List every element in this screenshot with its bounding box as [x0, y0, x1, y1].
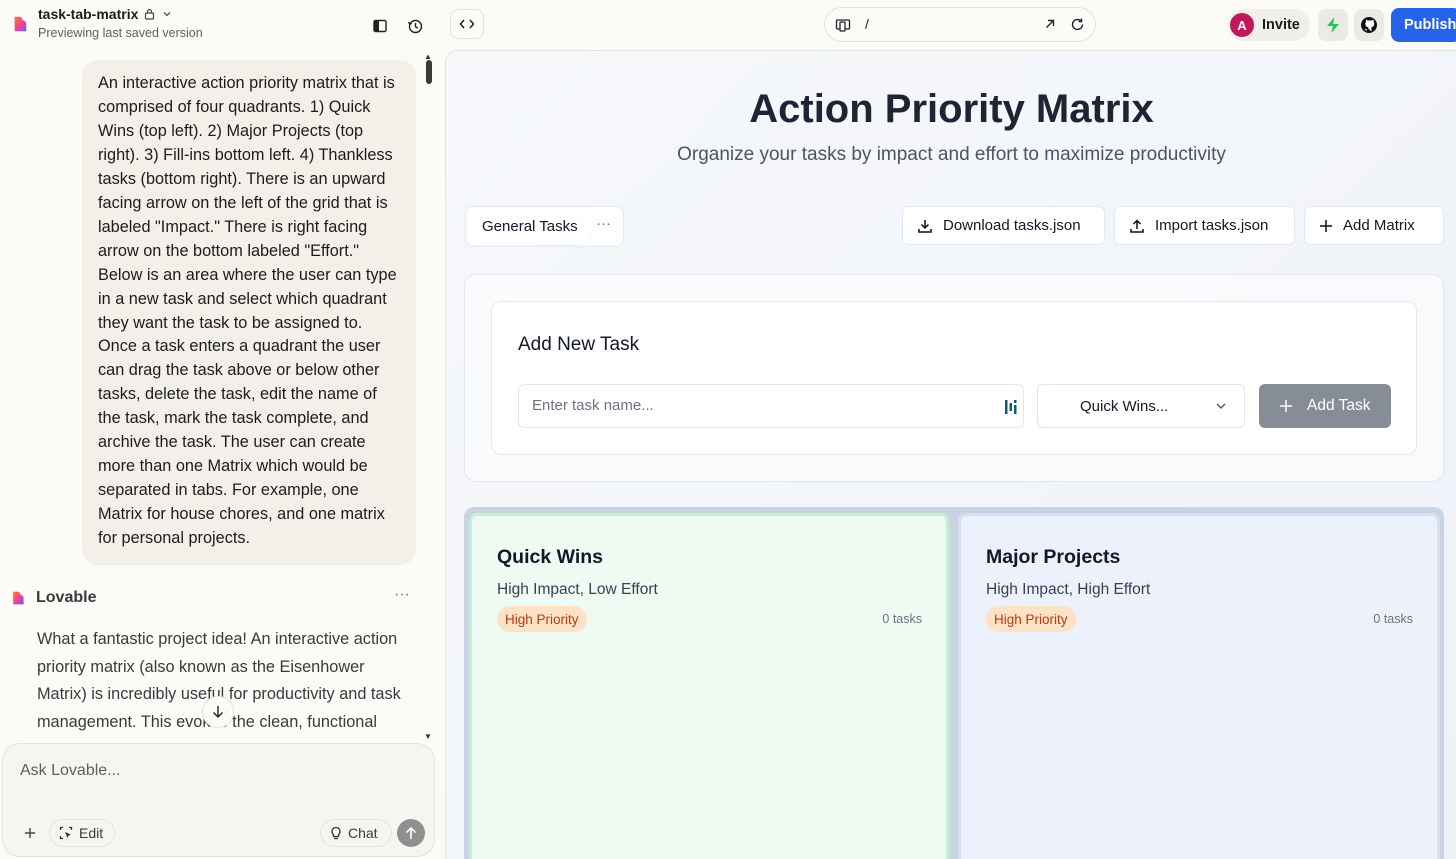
page-title: Action Priority Matrix — [749, 87, 1154, 131]
priority-badge: High Priority — [497, 606, 587, 632]
quadrant-quick-wins[interactable]: Quick Wins High Impact, Low Effort High … — [469, 513, 949, 859]
github-icon — [1361, 17, 1377, 33]
url-path[interactable]: / — [865, 16, 869, 32]
download-tasks-button[interactable]: Download tasks.json — [902, 206, 1105, 245]
upload-icon — [1130, 218, 1144, 233]
toggle-sidebar-button[interactable] — [366, 12, 394, 40]
plus-icon — [1280, 400, 1292, 412]
scroll-down-arrow[interactable]: ▼ — [424, 732, 432, 741]
send-button[interactable] — [397, 819, 425, 847]
invite-button[interactable]: A Invite — [1228, 9, 1310, 41]
supabase-button[interactable] — [1318, 9, 1348, 41]
chevron-down-icon[interactable] — [161, 8, 173, 20]
chat-label: Chat — [348, 825, 378, 841]
invite-label: Invite — [1262, 17, 1300, 33]
quadrant-subtitle: High Impact, Low Effort — [497, 581, 658, 598]
add-task-title: Add New Task — [518, 334, 640, 355]
assistant-header: Lovable ··· — [10, 586, 410, 610]
code-view-button[interactable] — [450, 9, 484, 39]
add-task-section: Add New Task Quick Wins... Add Task — [464, 274, 1444, 482]
priority-badge: High Priority — [986, 606, 1076, 632]
project-status: Previewing last saved version — [38, 26, 203, 40]
chat-panel: ▲ An interactive action priority matrix … — [0, 50, 445, 859]
message-more-button[interactable]: ··· — [394, 586, 410, 604]
plus-icon — [1320, 219, 1332, 232]
download-label: Download tasks.json — [943, 217, 1081, 234]
extension-icon — [1005, 400, 1017, 414]
import-tasks-button[interactable]: Import tasks.json — [1114, 206, 1295, 245]
import-label: Import tasks.json — [1155, 217, 1269, 234]
chat-mode-button[interactable]: Chat — [320, 819, 392, 847]
lovable-logo-icon — [13, 591, 24, 605]
quadrant-select[interactable]: Quick Wins... — [1037, 384, 1245, 428]
lovable-logo-icon — [14, 16, 27, 32]
chevron-down-icon — [1216, 403, 1226, 409]
chat-input[interactable] — [20, 762, 420, 780]
app-preview: Action Priority Matrix Organize your tas… — [445, 50, 1456, 859]
add-task-card: Add New Task Quick Wins... Add Task — [491, 301, 1417, 455]
task-name-input[interactable] — [532, 397, 992, 414]
open-new-tab-icon[interactable] — [1043, 17, 1057, 31]
add-matrix-button[interactable]: Add Matrix — [1304, 206, 1444, 245]
lock-icon — [145, 8, 155, 20]
add-task-button[interactable]: Add Task — [1259, 384, 1391, 428]
chat-scrollbar[interactable] — [426, 60, 432, 84]
tab-general-tasks[interactable]: General Tasks — [468, 209, 589, 244]
history-button[interactable] — [401, 12, 429, 40]
quadrant-subtitle: High Impact, High Effort — [986, 581, 1151, 598]
preview-url-bar[interactable]: / — [824, 7, 1096, 42]
arrow-down-icon — [213, 706, 223, 718]
matrix-tabs: General Tasks ··· — [465, 206, 624, 247]
edit-mode-button[interactable]: Edit — [49, 819, 115, 847]
download-icon — [918, 219, 932, 233]
arrow-up-icon — [405, 826, 417, 839]
project-name[interactable]: task-tab-matrix — [38, 6, 173, 22]
quadrant-major-projects[interactable]: Major Projects High Impact, High Effort … — [958, 513, 1440, 859]
publish-button[interactable]: Publish — [1391, 8, 1456, 42]
quadrant-title: Quick Wins — [497, 546, 604, 568]
task-count: 0 tasks — [882, 612, 922, 626]
plus-icon — [25, 828, 35, 838]
user-message: An interactive action priority matrix th… — [82, 60, 416, 565]
tab-more-button[interactable]: ··· — [596, 215, 611, 232]
avatar: A — [1230, 13, 1254, 37]
code-icon — [459, 19, 475, 29]
device-preview-icon[interactable] — [835, 17, 851, 33]
add-task-label: Add Task — [1307, 397, 1371, 414]
history-icon — [407, 19, 422, 33]
quadrant-title: Major Projects — [986, 546, 1121, 568]
add-matrix-label: Add Matrix — [1343, 217, 1415, 234]
lightbulb-icon — [331, 826, 341, 839]
task-count: 0 tasks — [1373, 612, 1413, 626]
refresh-icon[interactable] — [1070, 17, 1085, 32]
page-subtitle: Organize your tasks by impact and effort… — [677, 144, 1226, 165]
bolt-icon — [1327, 17, 1339, 33]
attach-button[interactable] — [17, 820, 43, 846]
chat-composer: Edit Chat — [2, 743, 435, 857]
quadrant-select-value: Quick Wins... — [1080, 397, 1169, 415]
edit-label: Edit — [79, 825, 104, 841]
task-name-field[interactable] — [518, 384, 1024, 428]
sidebar-icon — [373, 19, 387, 33]
matrix-grid: Quick Wins High Impact, Low Effort High … — [464, 507, 1444, 859]
top-bar: task-tab-matrix Previewing last saved ve… — [0, 0, 1456, 50]
scroll-to-bottom-button[interactable] — [202, 696, 234, 728]
assistant-name: Lovable — [36, 589, 97, 606]
select-cursor-icon — [59, 826, 73, 840]
github-button[interactable] — [1354, 9, 1384, 41]
project-name-label: task-tab-matrix — [38, 6, 139, 22]
